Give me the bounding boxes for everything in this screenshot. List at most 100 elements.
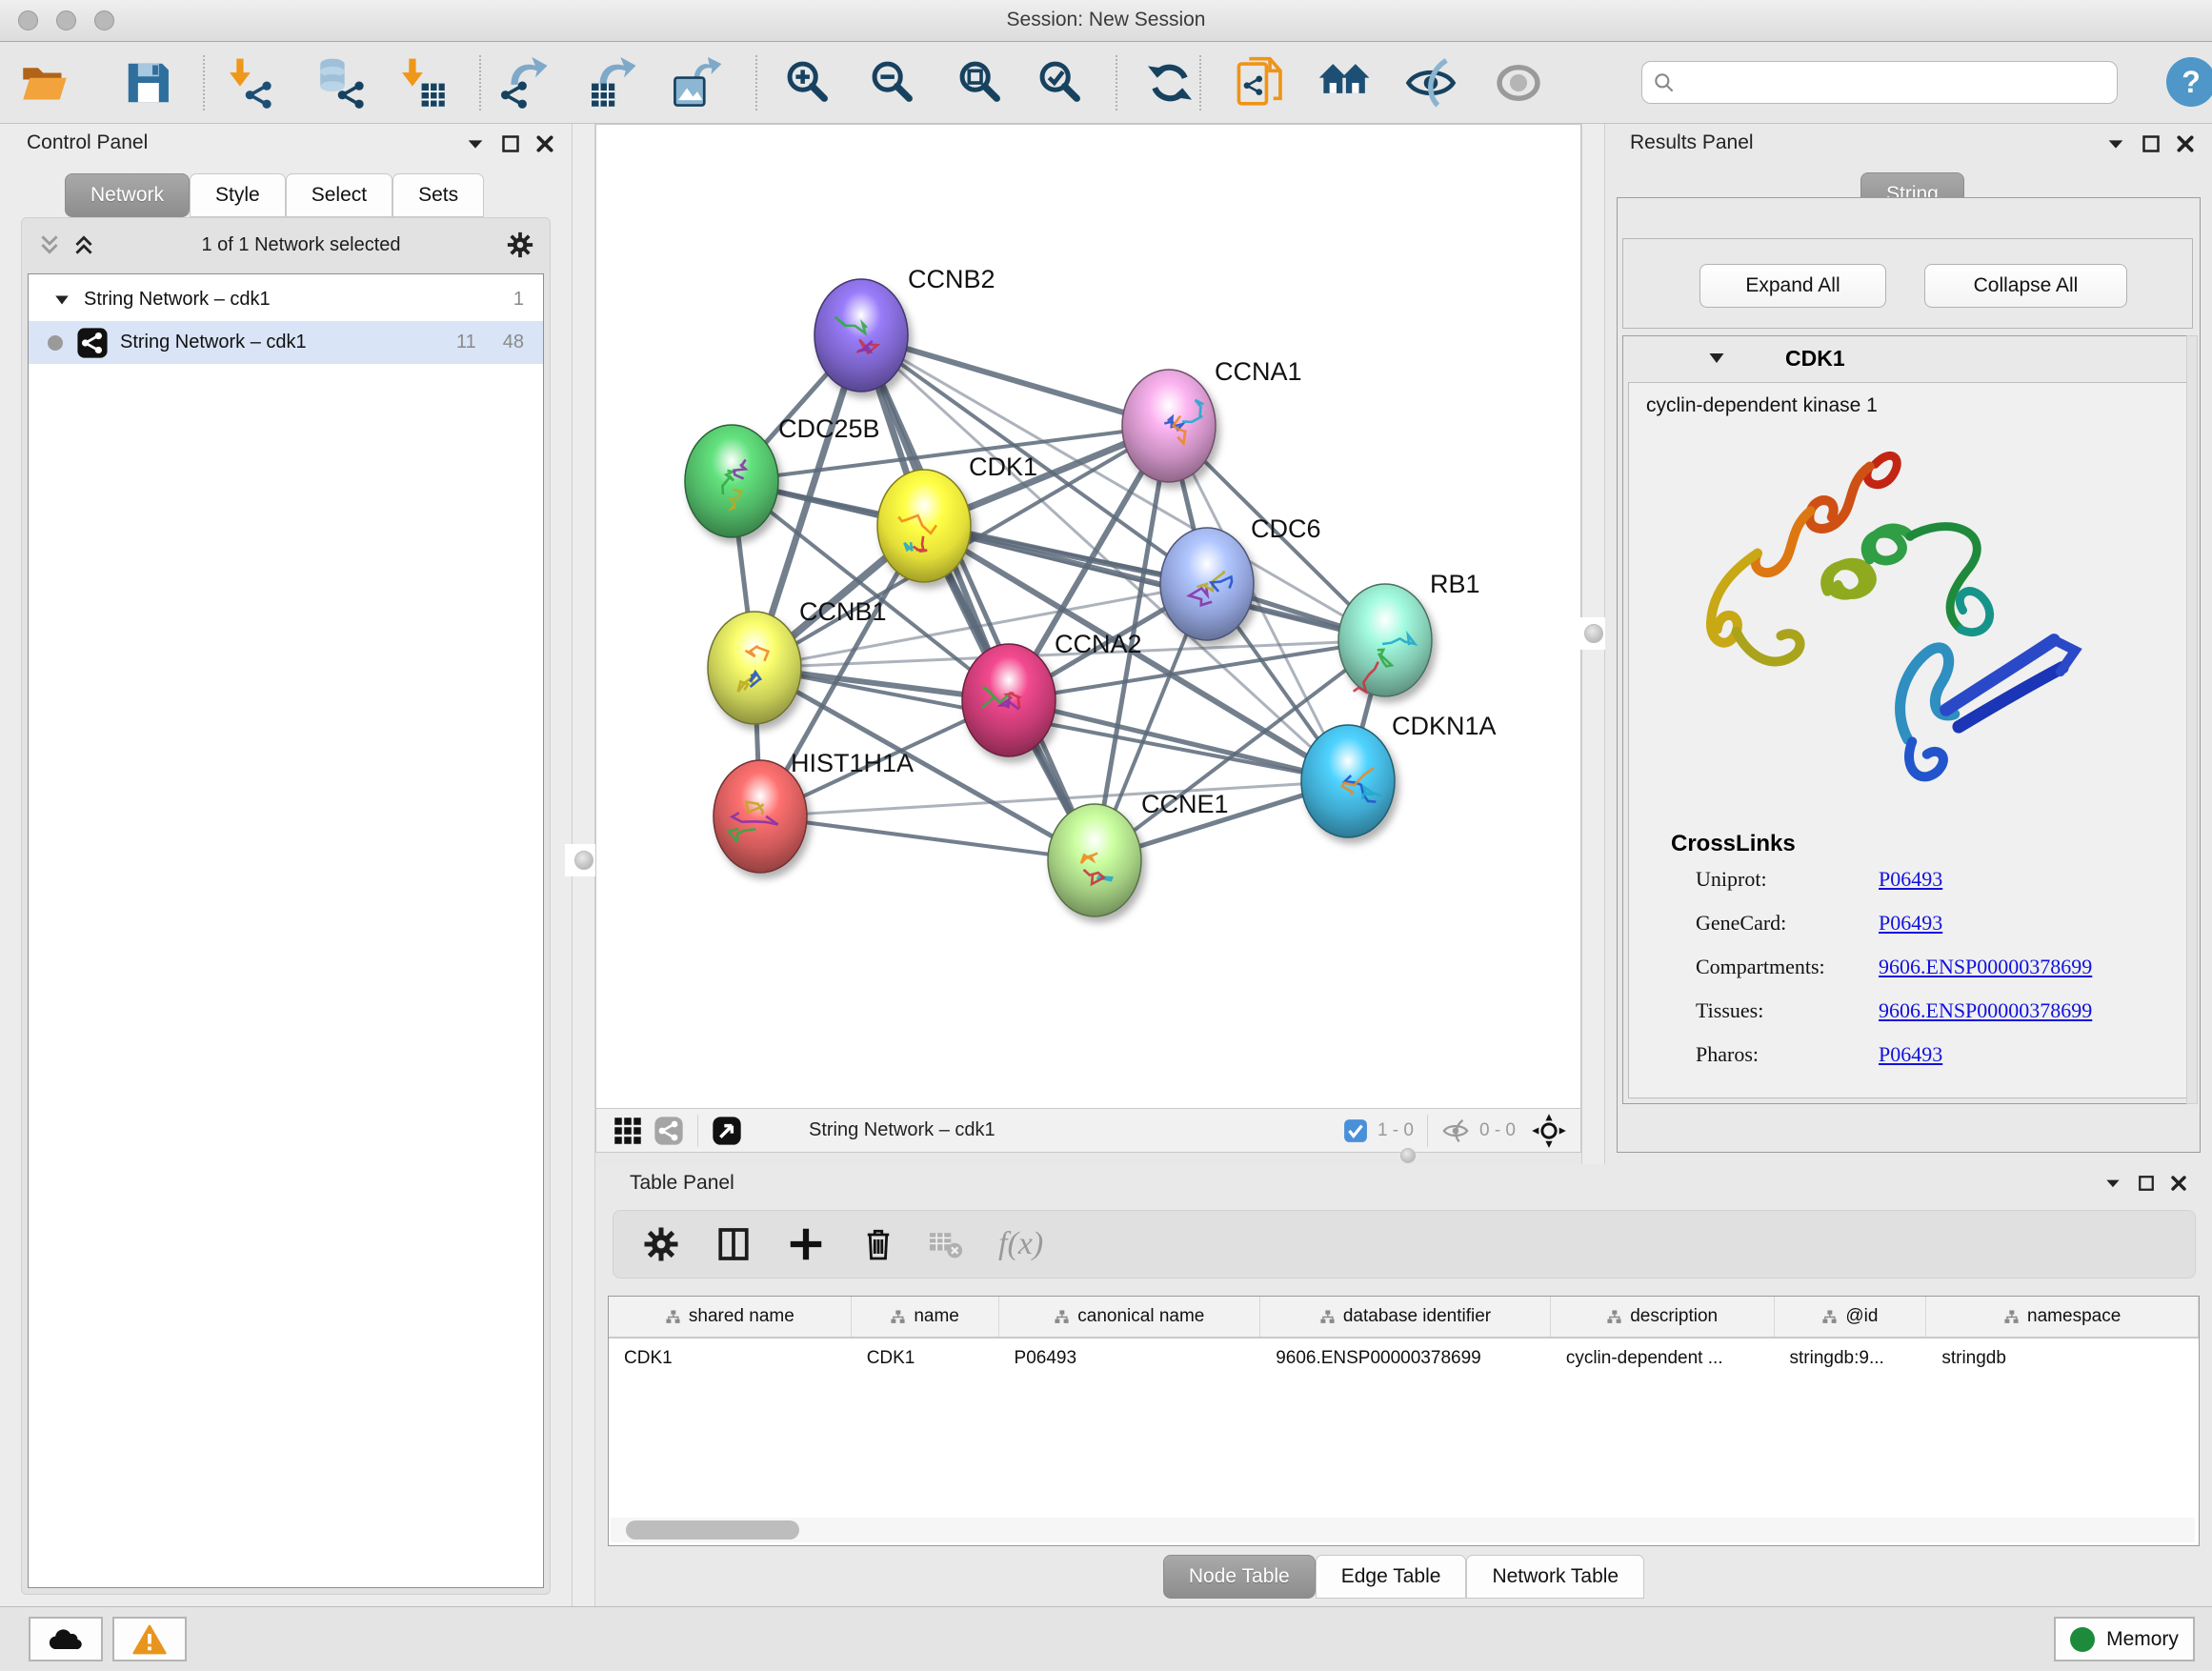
table-cell[interactable]: 9606.ENSP00000378699 [1260,1339,1551,1379]
network-node-CCNB2[interactable]: CCNB2 [814,265,995,392]
network-node-CCNA1[interactable]: CCNA1 [1122,357,1302,482]
tab-style[interactable]: Style [190,173,286,217]
import-database-icon[interactable] [312,53,371,112]
zoom-fit-icon[interactable] [952,53,1011,112]
tab-edge-table[interactable]: Edge Table [1316,1555,1467,1599]
network-canvas[interactable]: CCNB2CCNA1CDC25BCDK1CDC6RB1CCNB1CCNA2CDK… [596,125,1582,1109]
panel-menu-icon[interactable] [465,133,486,154]
table-hscrollbar[interactable] [611,1518,2195,1542]
network-edge[interactable] [760,816,1095,860]
help-icon[interactable]: ? [2166,57,2212,107]
refresh-icon[interactable] [1140,53,1199,112]
hide-selected-icon[interactable] [1401,53,1460,112]
table-cell[interactable]: CDK1 [609,1339,852,1379]
crosslink-link[interactable]: P06493 [1879,911,1942,936]
delete-table-icon[interactable] [926,1224,966,1264]
warning-button[interactable] [112,1617,187,1661]
panel-float-icon[interactable] [501,134,520,153]
fit-content-icon[interactable] [1531,1113,1567,1149]
tab-select[interactable]: Select [286,173,392,217]
hsplitter-handle[interactable] [1386,1148,1430,1163]
search-box[interactable] [1641,61,2118,104]
open-folder-icon[interactable] [15,53,74,112]
column-header-namespace[interactable]: namespace [1926,1297,2199,1337]
function-builder-icon[interactable]: f(x) [998,1226,1043,1262]
splitter-left[interactable] [572,124,595,1606]
table-cell[interactable]: cyclin-dependent ... [1551,1339,1775,1379]
panel-close-icon[interactable] [2170,1175,2187,1192]
results-scrollbar[interactable] [2186,335,2198,1104]
zoom-selected-icon[interactable] [1032,53,1091,112]
network-from-file-icon[interactable] [1232,53,1291,112]
export-network-icon[interactable] [495,53,554,112]
tab-sets[interactable]: Sets [392,173,484,217]
crosslink-row: GeneCard:P06493 [1629,911,2186,955]
zoom-in-icon[interactable] [779,53,838,112]
delete-column-icon[interactable] [859,1225,897,1263]
table-cell[interactable]: stringdb [1926,1339,2199,1379]
collapse-all-button[interactable]: Collapse All [1924,264,2127,308]
tab-network-table[interactable]: Network Table [1466,1555,1644,1599]
network-node-RB1[interactable]: RB1 [1338,570,1480,696]
network-node-CDKN1A[interactable]: CDKN1A [1301,712,1497,837]
panel-float-icon[interactable] [2138,1175,2155,1192]
panel-menu-icon[interactable] [2105,133,2126,154]
expand-all-icon[interactable] [71,232,96,257]
panel-close-icon[interactable] [2176,134,2195,153]
network-node-CDC6[interactable]: CDC6 [1160,514,1321,640]
export-image-icon[interactable] [668,53,727,112]
network-edge[interactable] [861,335,1169,426]
column-header-name[interactable]: name [852,1297,999,1337]
selected-checkbox-icon[interactable] [1343,1118,1368,1143]
table-cell[interactable]: P06493 [999,1339,1261,1379]
network-row[interactable]: String Network – cdk1 11 48 [29,321,543,364]
import-table-icon[interactable] [392,53,451,112]
gene-section-header[interactable]: CDK1 [1623,336,2192,380]
tab-network[interactable]: Network [65,173,190,217]
panel-menu-icon[interactable] [2103,1174,2122,1193]
table-row[interactable]: CDK1CDK1P064939606.ENSP00000378699cyclin… [609,1339,2199,1379]
crosslink-link[interactable]: P06493 [1879,1042,1942,1067]
memory-button[interactable]: Memory [2054,1617,2195,1661]
network-node-CCNE1[interactable]: CCNE1 [1048,790,1229,916]
birdseye-icon[interactable] [712,1116,742,1146]
crosslink-link[interactable]: 9606.ENSP00000378699 [1879,955,2092,979]
panel-float-icon[interactable] [2142,134,2161,153]
hidden-eye-icon[interactable] [1441,1117,1470,1145]
collapse-all-icon[interactable] [37,232,62,257]
column-header-shared-name[interactable]: shared name [609,1297,852,1337]
network-edge[interactable] [861,335,1095,860]
column-header-database-identifier[interactable]: database identifier [1260,1297,1551,1337]
network-view-mode-icon[interactable] [654,1116,684,1146]
tab-node-table[interactable]: Node Table [1163,1555,1316,1599]
crosslink-link[interactable]: P06493 [1879,867,1942,892]
add-column-icon[interactable] [787,1225,825,1263]
home-icon[interactable] [1316,53,1375,112]
column-header-@id[interactable]: @id [1775,1297,1927,1337]
grid-view-icon[interactable] [613,1117,642,1145]
table-cell[interactable]: CDK1 [852,1339,999,1379]
column-header-canonical-name[interactable]: canonical name [999,1297,1261,1337]
zoom-out-icon[interactable] [864,53,923,112]
columns-icon[interactable] [714,1225,753,1263]
gear-icon[interactable] [642,1225,680,1263]
search-input[interactable] [1677,71,2117,94]
eye-icon[interactable] [1489,53,1548,112]
cloud-button[interactable] [29,1617,103,1661]
panel-close-icon[interactable] [535,134,554,153]
scrollbar-thumb[interactable] [626,1520,799,1540]
tree-expand-icon[interactable] [53,292,70,309]
crosslink-link[interactable]: 9606.ENSP00000378699 [1879,998,2092,1023]
network-node-HIST1H1A[interactable]: HIST1H1A [714,749,914,873]
network-collection-row[interactable]: String Network – cdk1 1 [29,278,543,321]
import-network-icon[interactable] [219,53,278,112]
splitter-right[interactable] [1581,124,1605,1164]
save-icon[interactable] [118,53,177,112]
column-header-description[interactable]: description [1551,1297,1775,1337]
network-node-CCNB1[interactable]: CCNB1 [708,597,887,724]
table-cell[interactable]: stringdb:9... [1775,1339,1927,1379]
export-table-icon[interactable] [584,53,643,112]
expand-all-button[interactable]: Expand All [1699,264,1886,308]
collapse-section-icon[interactable] [1707,349,1726,368]
gear-icon[interactable] [506,231,534,259]
